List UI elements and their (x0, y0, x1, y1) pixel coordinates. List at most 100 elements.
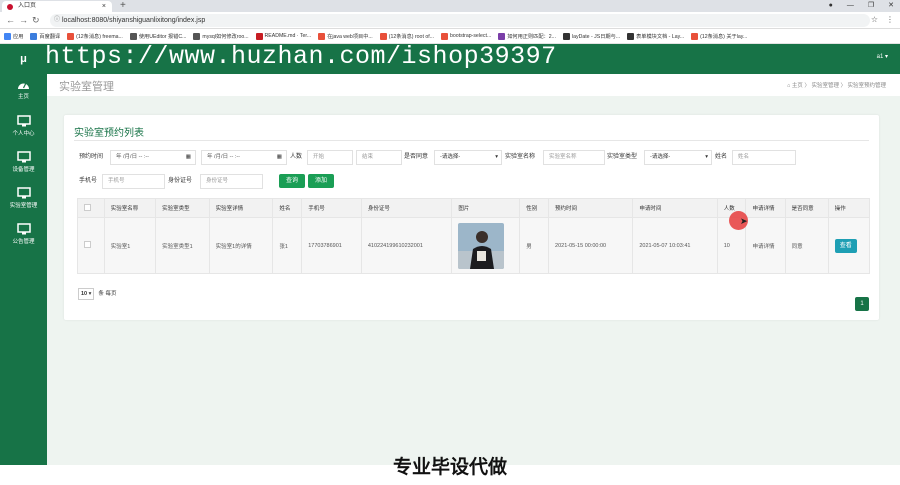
bookmark-item[interactable]: bootstrap-select... (440, 32, 491, 40)
back-icon[interactable]: ← (6, 15, 15, 25)
lab-name-input[interactable]: 实验室名称 (543, 150, 605, 165)
monitor-icon (16, 151, 31, 163)
menu-dots-icon[interactable]: ⋮ (886, 15, 894, 24)
per-page-label: 条 每页 (98, 291, 117, 297)
column-header: 身份证号 (360, 198, 453, 218)
column-header: 实验室类型 (155, 198, 210, 218)
lab-type-select-value: -请选择- (650, 154, 671, 160)
bookmark-favicon-icon (193, 32, 201, 40)
calendar-icon[interactable]: ▦ (277, 151, 282, 164)
agree-select-value: -请选择- (440, 154, 461, 160)
bookmark-label: (12条消息) freema... (76, 33, 123, 40)
people-start-input[interactable]: 开始 (307, 150, 353, 165)
card-title: 实验室预约列表 (74, 128, 144, 139)
person-photo (458, 222, 505, 269)
chevron-down-icon: ▾ (705, 154, 708, 160)
sidebar-item-notice-management[interactable]: 公告管理 (0, 218, 47, 254)
mouse-pointer-icon: ➤ (740, 216, 748, 226)
bookmark-label: 百度翻译 (39, 33, 61, 40)
forward-icon[interactable]: → (19, 15, 28, 25)
row-select-cell (77, 217, 105, 274)
lab-type-select[interactable]: -请选择- ▾ (644, 150, 712, 165)
sidebar-item-home[interactable]: 主页 (0, 74, 47, 110)
bookmark-item[interactable]: 如何用正则匹配：2... (498, 32, 556, 40)
page-1-button[interactable]: 1 (855, 297, 869, 311)
appointment-card: 实验室预约列表 预约时间 年 /月/日 -- :-- ▦ 年 /月/日 -- :-… (64, 115, 879, 320)
reload-icon[interactable]: ↻ (32, 15, 40, 26)
sidebar-item-lab-management[interactable]: 实验室管理 (0, 182, 47, 218)
bookmark-favicon-icon (379, 32, 387, 40)
bookmark-item[interactable]: (12条消息) freema... (67, 32, 123, 40)
bookmark-favicon-icon (627, 32, 635, 40)
name-label: 姓名 (715, 154, 728, 160)
new-tab-icon[interactable]: + (120, 0, 126, 11)
minimize-icon[interactable]: — (847, 0, 854, 12)
select-all-cell (77, 198, 105, 218)
user-menu[interactable]: a1 ▾ (877, 53, 888, 60)
sidebar-item-label: 实验室管理 (9, 203, 38, 209)
subtitle-caption: 专业毕设代做 (392, 456, 507, 478)
bookmark-item[interactable]: 表单模块文档 - Lay... (627, 32, 684, 40)
bookmark-item[interactable]: mysql如何修改roo... (193, 32, 249, 40)
dashboard-icon (18, 82, 29, 89)
photo-cell (451, 217, 521, 274)
bookmark-label: mysql如何修改roo... (202, 33, 249, 40)
url-text: localhost:8080/shiyanshiguanlixitong/ind… (62, 17, 206, 24)
query-button[interactable]: 查询 (279, 174, 305, 188)
sidebar-item-label: 公告管理 (12, 239, 35, 245)
page-header: 实验室管理 ⌂ 主页 〉 实验室管理 〉 实验室预约管理 (47, 74, 900, 96)
browser-tab[interactable]: 入口页 × (2, 1, 112, 12)
sidebar-item-personal-center[interactable]: 个人中心 (0, 110, 47, 146)
table-cell: 2021-05-15 00:00:00 (548, 217, 634, 274)
bookmark-item[interactable]: README.md · Ter... (255, 32, 311, 40)
bookmark-item[interactable]: 使用UEditor 报错C... (129, 32, 186, 40)
row-checkbox[interactable] (84, 241, 91, 248)
action-cell: 查看 (827, 217, 871, 274)
bookmark-favicon-icon (67, 32, 75, 40)
profile-icon[interactable]: ● (829, 0, 833, 12)
lab-name-label: 实验室名称 (505, 154, 536, 160)
watermark-url: https://www.huzhan.com/ishop39397 (45, 42, 557, 71)
bookmark-item[interactable]: (12条消息) 关于lay... (691, 32, 747, 40)
tab-close-icon[interactable]: × (102, 1, 106, 12)
sidebar-item-label: 设备管理 (12, 167, 35, 173)
bookmark-item[interactable]: (12条消息) root of... (379, 32, 434, 40)
close-window-icon[interactable]: ✕ (888, 0, 894, 12)
column-header: 实验室详情 (208, 198, 274, 218)
info-icon[interactable]: ⓘ (54, 14, 60, 27)
name-input[interactable]: 姓名 (732, 150, 796, 165)
url-field[interactable]: ⓘ localhost:8080/shiyanshiguanlixitong/in… (50, 14, 870, 27)
date-start-input[interactable]: 年 /月/日 -- :-- ▦ (110, 150, 196, 165)
column-header: 实验室名称 (103, 198, 157, 218)
sidebar-item-device-management[interactable]: 设备管理 (0, 146, 47, 182)
bookmark-star-icon[interactable]: ☆ (871, 15, 878, 24)
date-end-input[interactable]: 年 /月/日 -- :-- ▦ (201, 150, 287, 165)
bookmark-label: 如何用正则匹配：2... (507, 33, 556, 40)
select-all-checkbox[interactable] (84, 203, 91, 211)
table-cell: 实验室类型1 (155, 217, 210, 274)
add-button[interactable]: 添加 (308, 174, 334, 188)
bookmark-item[interactable]: 应用 (4, 32, 23, 40)
idcard-input[interactable]: 身份证号 (200, 174, 263, 189)
table-cell: 410224199610232001 (360, 217, 453, 274)
phone-input[interactable]: 手机号 (102, 174, 165, 189)
table-cell: 张1 (272, 217, 303, 274)
calendar-icon[interactable]: ▦ (186, 151, 191, 164)
bookmark-favicon-icon (562, 32, 570, 40)
maximize-icon[interactable]: ❐ (868, 0, 874, 12)
bookmark-favicon-icon (440, 32, 448, 40)
bookmark-item[interactable]: layDate - JS日期与... (562, 32, 620, 40)
column-header: 性别 (519, 198, 550, 218)
column-header: 申请详情 (745, 198, 786, 218)
monitor-icon (16, 115, 31, 127)
page-size-select[interactable]: 10 ▾ (78, 288, 95, 300)
phone-label: 手机号 (79, 178, 98, 184)
table-row: 实验室1 实验室类型1 实验室1的详情 张1 17703786901 4102241996… (77, 217, 871, 274)
view-button[interactable]: 查看 (834, 238, 857, 253)
idcard-label: 身份证号 (168, 178, 193, 184)
people-end-input[interactable]: 结束 (356, 150, 402, 165)
bookmark-item[interactable]: 在java web项目中... (318, 32, 373, 40)
table-cell: 2021-05-07 10:03:41 (632, 217, 718, 274)
bookmark-item[interactable]: 百度翻译 (30, 32, 61, 40)
agree-select[interactable]: -请选择- ▾ (434, 150, 502, 165)
